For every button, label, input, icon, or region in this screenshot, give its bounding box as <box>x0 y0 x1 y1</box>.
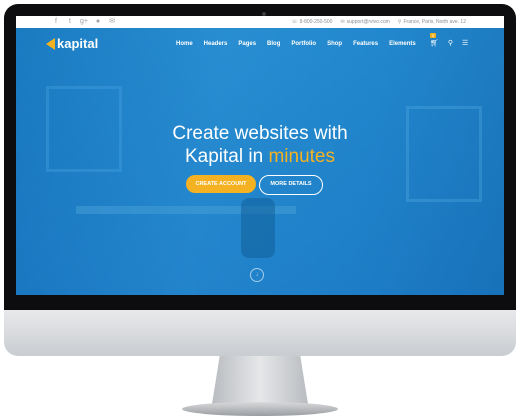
hero-title: Create websites with Kapital in minutes <box>16 122 504 168</box>
cart-icon[interactable]: 🛒︎ <box>430 39 439 47</box>
email-text[interactable]: support@rvivo.com <box>347 19 390 25</box>
phone-icon: ☏ <box>291 19 298 25</box>
twitter-icon[interactable]: t <box>66 17 74 27</box>
phone-info: ☏ 8-800-250-500 <box>291 16 332 28</box>
social-links: f t g+ ● ✉ <box>52 17 116 27</box>
logo-icon <box>46 37 55 50</box>
google-plus-icon[interactable]: g+ <box>80 17 88 27</box>
hero-title-line2: Kapital in minutes <box>16 145 504 168</box>
nav-item-shop[interactable]: Shop <box>327 41 342 47</box>
nav-item-home[interactable]: Home <box>176 41 193 47</box>
menu-icon[interactable]: ☰ <box>462 39 468 47</box>
logo-text: kapital <box>57 36 99 51</box>
hero-title-accent: minutes <box>268 146 335 167</box>
site-logo[interactable]: kapital <box>46 36 98 51</box>
website-screen: f t g+ ● ✉ ☏ 8-800-250-500 ✉ support@rvivo… <box>16 16 504 295</box>
create-account-button[interactable]: CREATE ACCOUNT <box>186 175 256 193</box>
hero-title-prefix: Kapital in <box>185 146 269 167</box>
nav-item-headers[interactable]: Headers <box>204 41 228 47</box>
monitor-chin <box>4 310 516 356</box>
phone-text: 8-800-250-500 <box>299 19 333 25</box>
nav-item-portfolio[interactable]: Portfolio <box>291 41 316 47</box>
email-icon[interactable]: ✉ <box>108 17 116 27</box>
location-pin-icon: ⚲ <box>397 19 402 25</box>
scroll-down-icon[interactable]: ↓ <box>250 268 264 282</box>
hero-title-line1: Create websites with <box>172 123 348 144</box>
flickr-icon[interactable]: ● <box>94 17 102 27</box>
nav-item-features[interactable]: Features <box>353 41 378 47</box>
contact-info: ☏ 8-800-250-500 ✉ support@rvivo.com ⚲ Franc… <box>291 16 466 28</box>
top-bar: f t g+ ● ✉ ☏ 8-800-250-500 ✉ support@rvivo… <box>16 16 504 28</box>
mail-icon: ✉ <box>340 19 345 25</box>
monitor-stand-foot <box>182 402 338 416</box>
email-info: ✉ support@rvivo.com <box>340 16 389 28</box>
more-details-button[interactable]: MORE DETAILS <box>259 175 323 195</box>
nav-icons: 🛒︎ ⚲ ☰ <box>430 39 468 47</box>
address-info: ⚲ France, Paris, North ave. 12 <box>398 16 466 28</box>
address-text: France, Paris, North ave. 12 <box>403 19 466 25</box>
facebook-icon[interactable]: f <box>52 17 60 27</box>
nav-item-pages[interactable]: Pages <box>238 41 256 47</box>
nav-item-blog[interactable]: Blog <box>267 41 280 47</box>
main-nav: Home Headers Pages Blog Portfolio Shop F… <box>176 41 416 47</box>
search-icon[interactable]: ⚲ <box>448 39 453 47</box>
cart-count-badge: 0 <box>430 33 436 38</box>
nav-item-elements[interactable]: Elements <box>389 41 416 47</box>
background-chair <box>241 198 275 258</box>
monitor-stand-neck <box>212 356 308 404</box>
